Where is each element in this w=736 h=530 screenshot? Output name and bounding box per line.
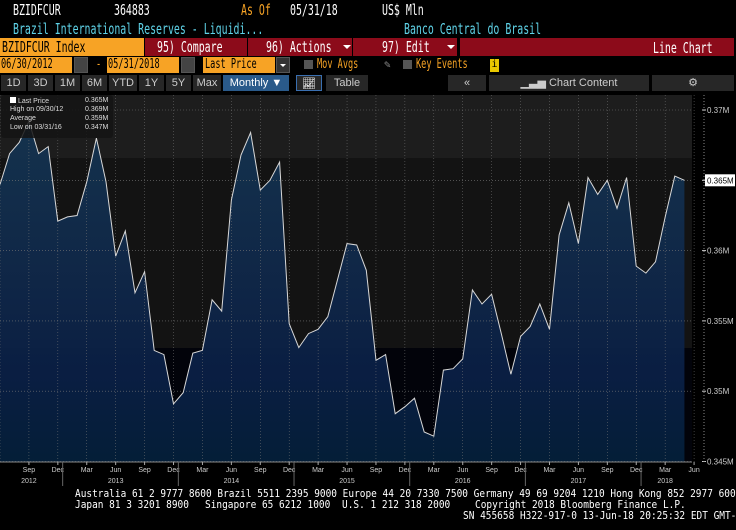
legend-last-label: Last Price <box>17 98 50 105</box>
pencil-icon[interactable]: ✎ <box>384 58 391 71</box>
last-price-label: 0.365M <box>707 176 734 185</box>
collapse-button[interactable]: « <box>448 75 486 91</box>
key-events-label: Key Events <box>416 57 468 72</box>
line-chart-icon[interactable]: 📈︎ <box>296 75 322 91</box>
x-tick-label: Jun <box>573 467 584 474</box>
key-events-checkbox[interactable] <box>403 60 412 69</box>
chart-content-icon: ▁▃▅ <box>520 77 549 89</box>
range-separator: - <box>96 57 102 72</box>
chevron-down-icon <box>447 45 455 49</box>
toolbar: BZIDFCUR Index 95) Compare 96) Actions 9… <box>0 38 736 56</box>
period-1d[interactable]: 1D <box>1 75 26 91</box>
legend-average-value: 0.359M <box>85 115 109 122</box>
as-of-label: As Of <box>241 1 271 19</box>
x-tick-label: Jun <box>226 467 237 474</box>
table-button[interactable]: Table <box>326 75 368 91</box>
settings-gear-icon[interactable]: ⚙ <box>652 75 734 91</box>
field-select[interactable]: Last Price <box>203 57 275 73</box>
mov-avgs-checkbox[interactable] <box>304 60 313 69</box>
description-bar: Brazil International Reserves - Liquidi.… <box>0 19 736 38</box>
calendar-icon[interactable] <box>74 57 88 73</box>
x-year-label: 2015 <box>339 478 355 485</box>
source: Banco Central do Brasil <box>404 20 542 38</box>
calendar-icon[interactable] <box>181 57 195 73</box>
period-6m[interactable]: 6M <box>82 75 107 91</box>
units: US$ Mln <box>382 1 424 19</box>
field-dropdown-button[interactable] <box>276 57 290 73</box>
x-tick-label: Mar <box>196 467 209 474</box>
x-tick-label: Sep <box>601 467 614 474</box>
x-tick-label: Mar <box>428 467 441 474</box>
footer-japan: Japan 81 3 3201 8900 <box>75 498 189 511</box>
line-chart[interactable]: 0.37M 0.365M 0.36M 0.355M 0.35M 0.345M 0.365M S… <box>0 93 736 493</box>
x-tick-label: Mar <box>543 467 556 474</box>
y-tick-label: 0.37M <box>707 106 730 115</box>
last-price-swatch-icon <box>10 97 16 103</box>
legend-high-label: High on 09/30/12 <box>10 106 64 113</box>
legend-average-label: Average <box>10 115 36 122</box>
period-ytd[interactable]: YTD <box>109 75 137 91</box>
y-tick-label: 0.35M <box>707 387 730 396</box>
code: 364883 <box>114 1 150 19</box>
x-tick-label: Sep <box>138 467 151 474</box>
x-year-label: 2012 <box>21 478 37 485</box>
mov-avgs-label: Mov Avgs <box>317 57 359 72</box>
chart-type-button[interactable]: Line Chart <box>460 38 734 56</box>
title-bar: BZIDFCUR 364883 As Of 05/31/18 US$ Mln <box>0 0 736 19</box>
x-year-label: 2018 <box>657 478 673 485</box>
start-date-input[interactable]: 06/30/2012 <box>0 57 72 73</box>
period-1y[interactable]: 1Y <box>139 75 164 91</box>
period-5y[interactable]: 5Y <box>166 75 191 91</box>
x-tick-label: Sep <box>485 467 498 474</box>
description: Brazil International Reserves - Liquidi.… <box>13 20 264 38</box>
x-year-label: 2013 <box>108 478 124 485</box>
x-tick-label: Sep <box>370 467 383 474</box>
legend-low-label: Low on 03/31/16 <box>10 124 62 131</box>
actions-button[interactable]: 96) Actions <box>248 38 352 56</box>
x-year-label: 2014 <box>224 478 240 485</box>
x-tick-label: Jun <box>341 467 352 474</box>
x-tick-label: Mar <box>81 467 94 474</box>
y-tick-label: 0.355M <box>707 317 734 326</box>
ticker: BZIDFCUR <box>13 1 61 19</box>
compare-button[interactable]: 95) Compare <box>145 38 247 56</box>
chevron-down-icon <box>343 45 351 49</box>
info-icon[interactable]: i <box>490 59 499 72</box>
x-tick-label: Mar <box>312 467 325 474</box>
period-1m[interactable]: 1M <box>55 75 80 91</box>
x-tick-label: Jun <box>688 467 699 474</box>
x-tick-label: Jun <box>457 467 468 474</box>
footer-singapore: Singapore 65 6212 1000 <box>205 498 331 511</box>
x-tick-label: Sep <box>23 467 36 474</box>
period-bar: 1D 3D 1M 6M YTD 1Y 5Y Max Monthly ▼ 📈︎ T… <box>0 75 736 91</box>
date-range-bar: 06/30/2012 - 05/31/2018 Last Price Mov A… <box>0 57 736 74</box>
security-field[interactable]: BZIDFCUR Index <box>0 38 144 56</box>
x-tick-label: Jun <box>110 467 121 474</box>
chart-content-button[interactable]: ▁▃▅ Chart Content <box>489 75 649 91</box>
y-tick-label: 0.345M <box>707 458 734 467</box>
end-date-input[interactable]: 05/31/2018 <box>107 57 179 73</box>
edit-button[interactable]: 97) Edit <box>353 38 457 56</box>
period-3d[interactable]: 3D <box>28 75 53 91</box>
x-year-label: 2017 <box>571 478 587 485</box>
footer-us: U.S. 1 212 318 2000 <box>342 498 451 511</box>
period-max[interactable]: Max <box>193 75 221 91</box>
x-tick-label: Sep <box>254 467 267 474</box>
as-of-date: 05/31/18 <box>290 1 338 19</box>
legend-low-value: 0.347M <box>85 124 109 131</box>
legend-high-value: 0.369M <box>85 106 109 113</box>
x-year-label: 2016 <box>455 478 471 485</box>
x-tick-label: Mar <box>659 467 672 474</box>
y-tick-label: 0.36M <box>707 247 730 256</box>
frequency-select[interactable]: Monthly ▼ <box>223 75 289 91</box>
legend-last-value: 0.365M <box>85 97 109 104</box>
footer-session-info: SN 455658 H322-917-0 13-Jun-18 20:25:32 … <box>463 509 736 522</box>
chart-legend: Last Price 0.365M High on 09/30/12 0.369M … <box>1 95 113 138</box>
